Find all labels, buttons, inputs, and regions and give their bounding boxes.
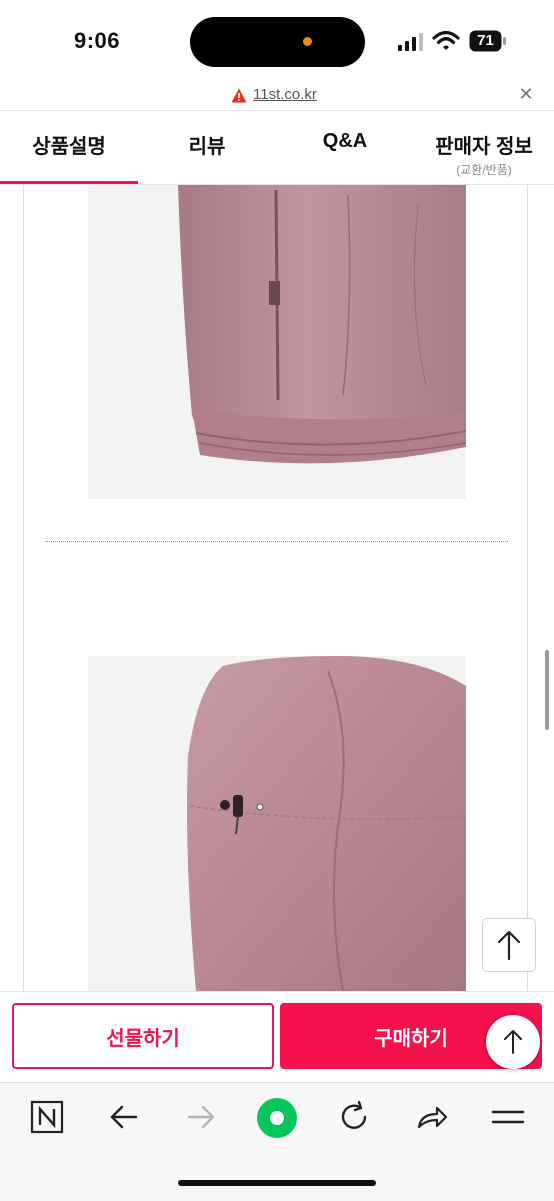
tab-product-description[interactable]: 상품설명 xyxy=(0,130,138,159)
jacket-hood-photo xyxy=(88,656,466,991)
battery-indicator: 71 xyxy=(469,30,507,52)
arrow-up-circle-icon xyxy=(504,1030,522,1054)
scroll-top-button[interactable] xyxy=(482,918,536,972)
status-time: 9:06 xyxy=(74,28,121,53)
url-domain[interactable]: 11st.co.kr xyxy=(253,86,317,103)
jacket-hem-photo xyxy=(88,185,466,499)
arrow-up-icon xyxy=(497,930,521,961)
product-image-hood xyxy=(88,656,466,991)
naver-green-dot-icon[interactable] xyxy=(256,1097,298,1139)
home-indicator xyxy=(178,1180,376,1186)
warning-icon xyxy=(231,88,247,103)
forward-arrow-icon[interactable] xyxy=(181,1097,221,1137)
close-icon[interactable]: ✕ xyxy=(516,84,536,105)
tab-seller-info-sub: (교환/반품) xyxy=(456,163,512,177)
product-image-hem xyxy=(88,185,466,499)
naver-home-icon[interactable] xyxy=(27,1097,67,1137)
back-arrow-icon[interactable] xyxy=(104,1097,144,1137)
tab-reviews[interactable]: 리뷰 xyxy=(138,130,276,159)
product-detail-content xyxy=(0,185,554,991)
share-icon[interactable] xyxy=(411,1097,451,1137)
privacy-indicator-dot xyxy=(303,37,312,46)
tab-qna[interactable]: Q&A xyxy=(276,130,414,153)
dynamic-island xyxy=(190,17,365,67)
scroll-top-circle-button[interactable] xyxy=(486,1015,540,1069)
tab-seller-info[interactable]: 판매자 정보 xyxy=(414,130,554,159)
battery-level: 71 xyxy=(477,32,494,49)
cellular-signal-icon xyxy=(398,33,423,51)
gift-button[interactable]: 선물하기 xyxy=(12,1003,274,1069)
menu-icon[interactable] xyxy=(488,1097,528,1137)
content-border-right xyxy=(527,185,528,991)
wifi-icon xyxy=(432,30,460,50)
reload-icon[interactable] xyxy=(334,1097,374,1137)
section-divider xyxy=(45,541,508,542)
content-border-left xyxy=(23,185,24,991)
active-tab-indicator xyxy=(0,181,138,184)
scrollbar-thumb[interactable] xyxy=(545,650,549,730)
